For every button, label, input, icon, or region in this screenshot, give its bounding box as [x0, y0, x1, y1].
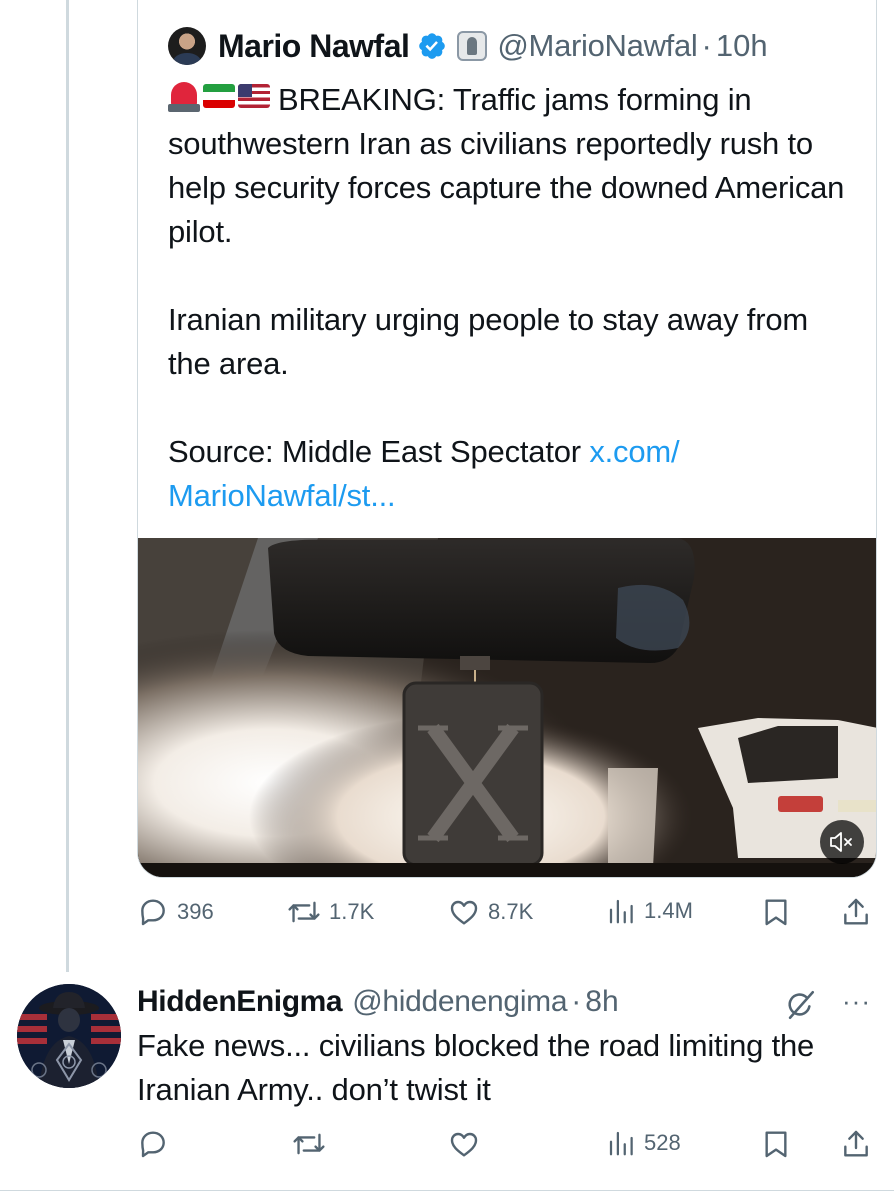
tweet-paragraph: Iranian military urging people to stay a…: [168, 302, 808, 381]
avatar-image: [17, 984, 121, 1088]
thread-connector-line: [66, 0, 69, 972]
like-button[interactable]: [448, 1128, 488, 1160]
us-flag-icon: [238, 84, 270, 108]
avatar[interactable]: [168, 27, 206, 65]
view-count: 528: [644, 1130, 681, 1155]
quoted-tweet-card[interactable]: Mario Nawfal @MarioNawfal · 10h BREAKING…: [137, 0, 877, 878]
views-chart-icon: [609, 1131, 633, 1156]
reply-button[interactable]: [137, 1128, 177, 1160]
share-button[interactable]: [840, 896, 872, 928]
source-text: Source: Middle East Spectator: [168, 434, 590, 469]
iran-flag-icon: [203, 84, 235, 108]
reply-tweet[interactable]: HiddenEnigma @hiddenengima · 8h ··· Fake…: [0, 972, 894, 1200]
tweet-paragraph: BREAKING: Traffic jams forming in southw…: [168, 78, 858, 254]
author-name[interactable]: Mario Nawfal: [218, 28, 410, 65]
share-icon: [844, 1130, 868, 1157]
repost-count: 1.7K: [329, 899, 375, 924]
author-name[interactable]: HiddenEnigma: [137, 985, 343, 1019]
repost-icon: [293, 1133, 325, 1155]
bookmark-icon: [765, 1131, 787, 1158]
divider: [0, 1190, 894, 1191]
share-icon: [844, 898, 868, 925]
reply-count: 396: [177, 899, 214, 924]
affiliate-badge-icon[interactable]: [457, 31, 488, 61]
reply-tweet-text: Fake news... civilians blocked the road …: [137, 1028, 815, 1107]
view-count: 1.4M: [644, 898, 693, 923]
avatar[interactable]: [17, 984, 121, 1088]
author-handle[interactable]: @hiddenengima: [352, 985, 567, 1019]
author-handle[interactable]: @MarioNawfal: [497, 28, 697, 64]
separator-dot: ·: [701, 28, 712, 63]
quoted-tweet-text: BREAKING: Traffic jams forming in southw…: [168, 78, 858, 518]
heart-icon: [450, 1132, 478, 1157]
more-options-icon[interactable]: ···: [842, 986, 871, 1017]
timestamp[interactable]: 8h: [585, 985, 618, 1019]
reply-icon: [141, 899, 165, 926]
mute-button[interactable]: [820, 820, 864, 864]
video-player[interactable]: [138, 538, 876, 877]
bookmark-button[interactable]: [760, 896, 792, 928]
heart-icon: [450, 900, 478, 925]
timestamp[interactable]: 10h: [716, 28, 768, 64]
separator-dot: ·: [571, 985, 582, 1018]
reply-tweet-actions: 528: [0, 1128, 894, 1164]
video-frame: [138, 538, 876, 877]
share-button[interactable]: [840, 1128, 872, 1160]
like-count: 8.7K: [488, 899, 534, 924]
police-light-emoji-icon: [168, 78, 200, 114]
quoted-tweet-actions: 396 1.7K 8.7K 1.4M: [0, 896, 894, 932]
like-button[interactable]: 8.7K: [448, 896, 533, 928]
views-button[interactable]: 528: [606, 1128, 681, 1158]
tweet-paragraph: Source: Middle East Spectator x.com/ Mar…: [168, 430, 858, 518]
reply-icon: [141, 1131, 165, 1158]
repost-button[interactable]: 1.7K: [287, 896, 374, 928]
emoji-group: [168, 78, 270, 114]
views-button[interactable]: 1.4M: [606, 896, 693, 926]
repost-icon: [288, 901, 320, 923]
bookmark-icon: [765, 899, 787, 926]
repost-button[interactable]: [292, 1128, 334, 1160]
bookmark-button[interactable]: [760, 1128, 792, 1160]
grok-button[interactable]: [783, 988, 817, 1027]
views-chart-icon: [609, 899, 633, 924]
reply-button[interactable]: 396: [137, 896, 214, 928]
verified-badge-icon: [419, 33, 446, 59]
speaker-mute-icon: [830, 832, 852, 852]
quoted-tweet-header: Mario Nawfal @MarioNawfal · 10h: [168, 24, 768, 68]
reply-tweet-header: HiddenEnigma @hiddenengima · 8h ···: [137, 980, 877, 1024]
grok-icon: [788, 990, 815, 1020]
